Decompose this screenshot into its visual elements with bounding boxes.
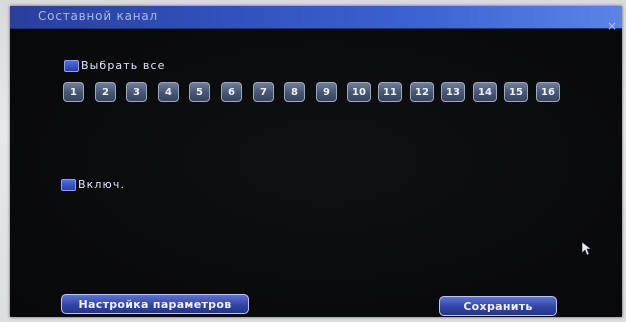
save-button[interactable]: Сохранить: [439, 296, 557, 316]
channel-button-3[interactable]: 3: [126, 82, 147, 102]
enable-label: Включ.: [78, 178, 126, 191]
title-bar: Составной канал ×: [10, 6, 622, 32]
channel-button-12[interactable]: 12: [410, 82, 434, 102]
enable-row[interactable]: Включ.: [61, 178, 125, 191]
window-title: Составной канал: [38, 9, 159, 23]
channel-button-15[interactable]: 15: [504, 82, 528, 102]
channel-button-11[interactable]: 11: [378, 82, 402, 102]
channel-button-14[interactable]: 14: [473, 82, 497, 102]
channel-button-9[interactable]: 9: [316, 82, 337, 102]
channel-button-5[interactable]: 5: [189, 82, 210, 102]
select-all-label: Выбрать все: [81, 59, 166, 72]
channel-button-10[interactable]: 10: [347, 82, 371, 102]
screen-background: Составной канал × Выбрать все 1 2 3 4 5 …: [0, 0, 626, 322]
select-all-row[interactable]: Выбрать все: [64, 59, 166, 72]
channel-button-6[interactable]: 6: [221, 82, 242, 102]
settings-button[interactable]: Настройка параметров: [61, 294, 249, 314]
channel-button-8[interactable]: 8: [284, 82, 305, 102]
channel-button-16[interactable]: 16: [536, 82, 560, 102]
select-all-checkbox[interactable]: [64, 59, 79, 72]
channel-button-1[interactable]: 1: [63, 82, 84, 102]
close-icon[interactable]: ×: [606, 20, 618, 32]
enable-checkbox[interactable]: [61, 178, 76, 191]
composite-channel-dialog: Составной канал × Выбрать все 1 2 3 4 5 …: [10, 6, 622, 317]
mouse-cursor-icon: [582, 242, 592, 256]
channel-button-2[interactable]: 2: [95, 82, 116, 102]
channel-button-7[interactable]: 7: [253, 82, 274, 102]
channel-button-4[interactable]: 4: [158, 82, 179, 102]
channel-button-13[interactable]: 13: [441, 82, 465, 102]
